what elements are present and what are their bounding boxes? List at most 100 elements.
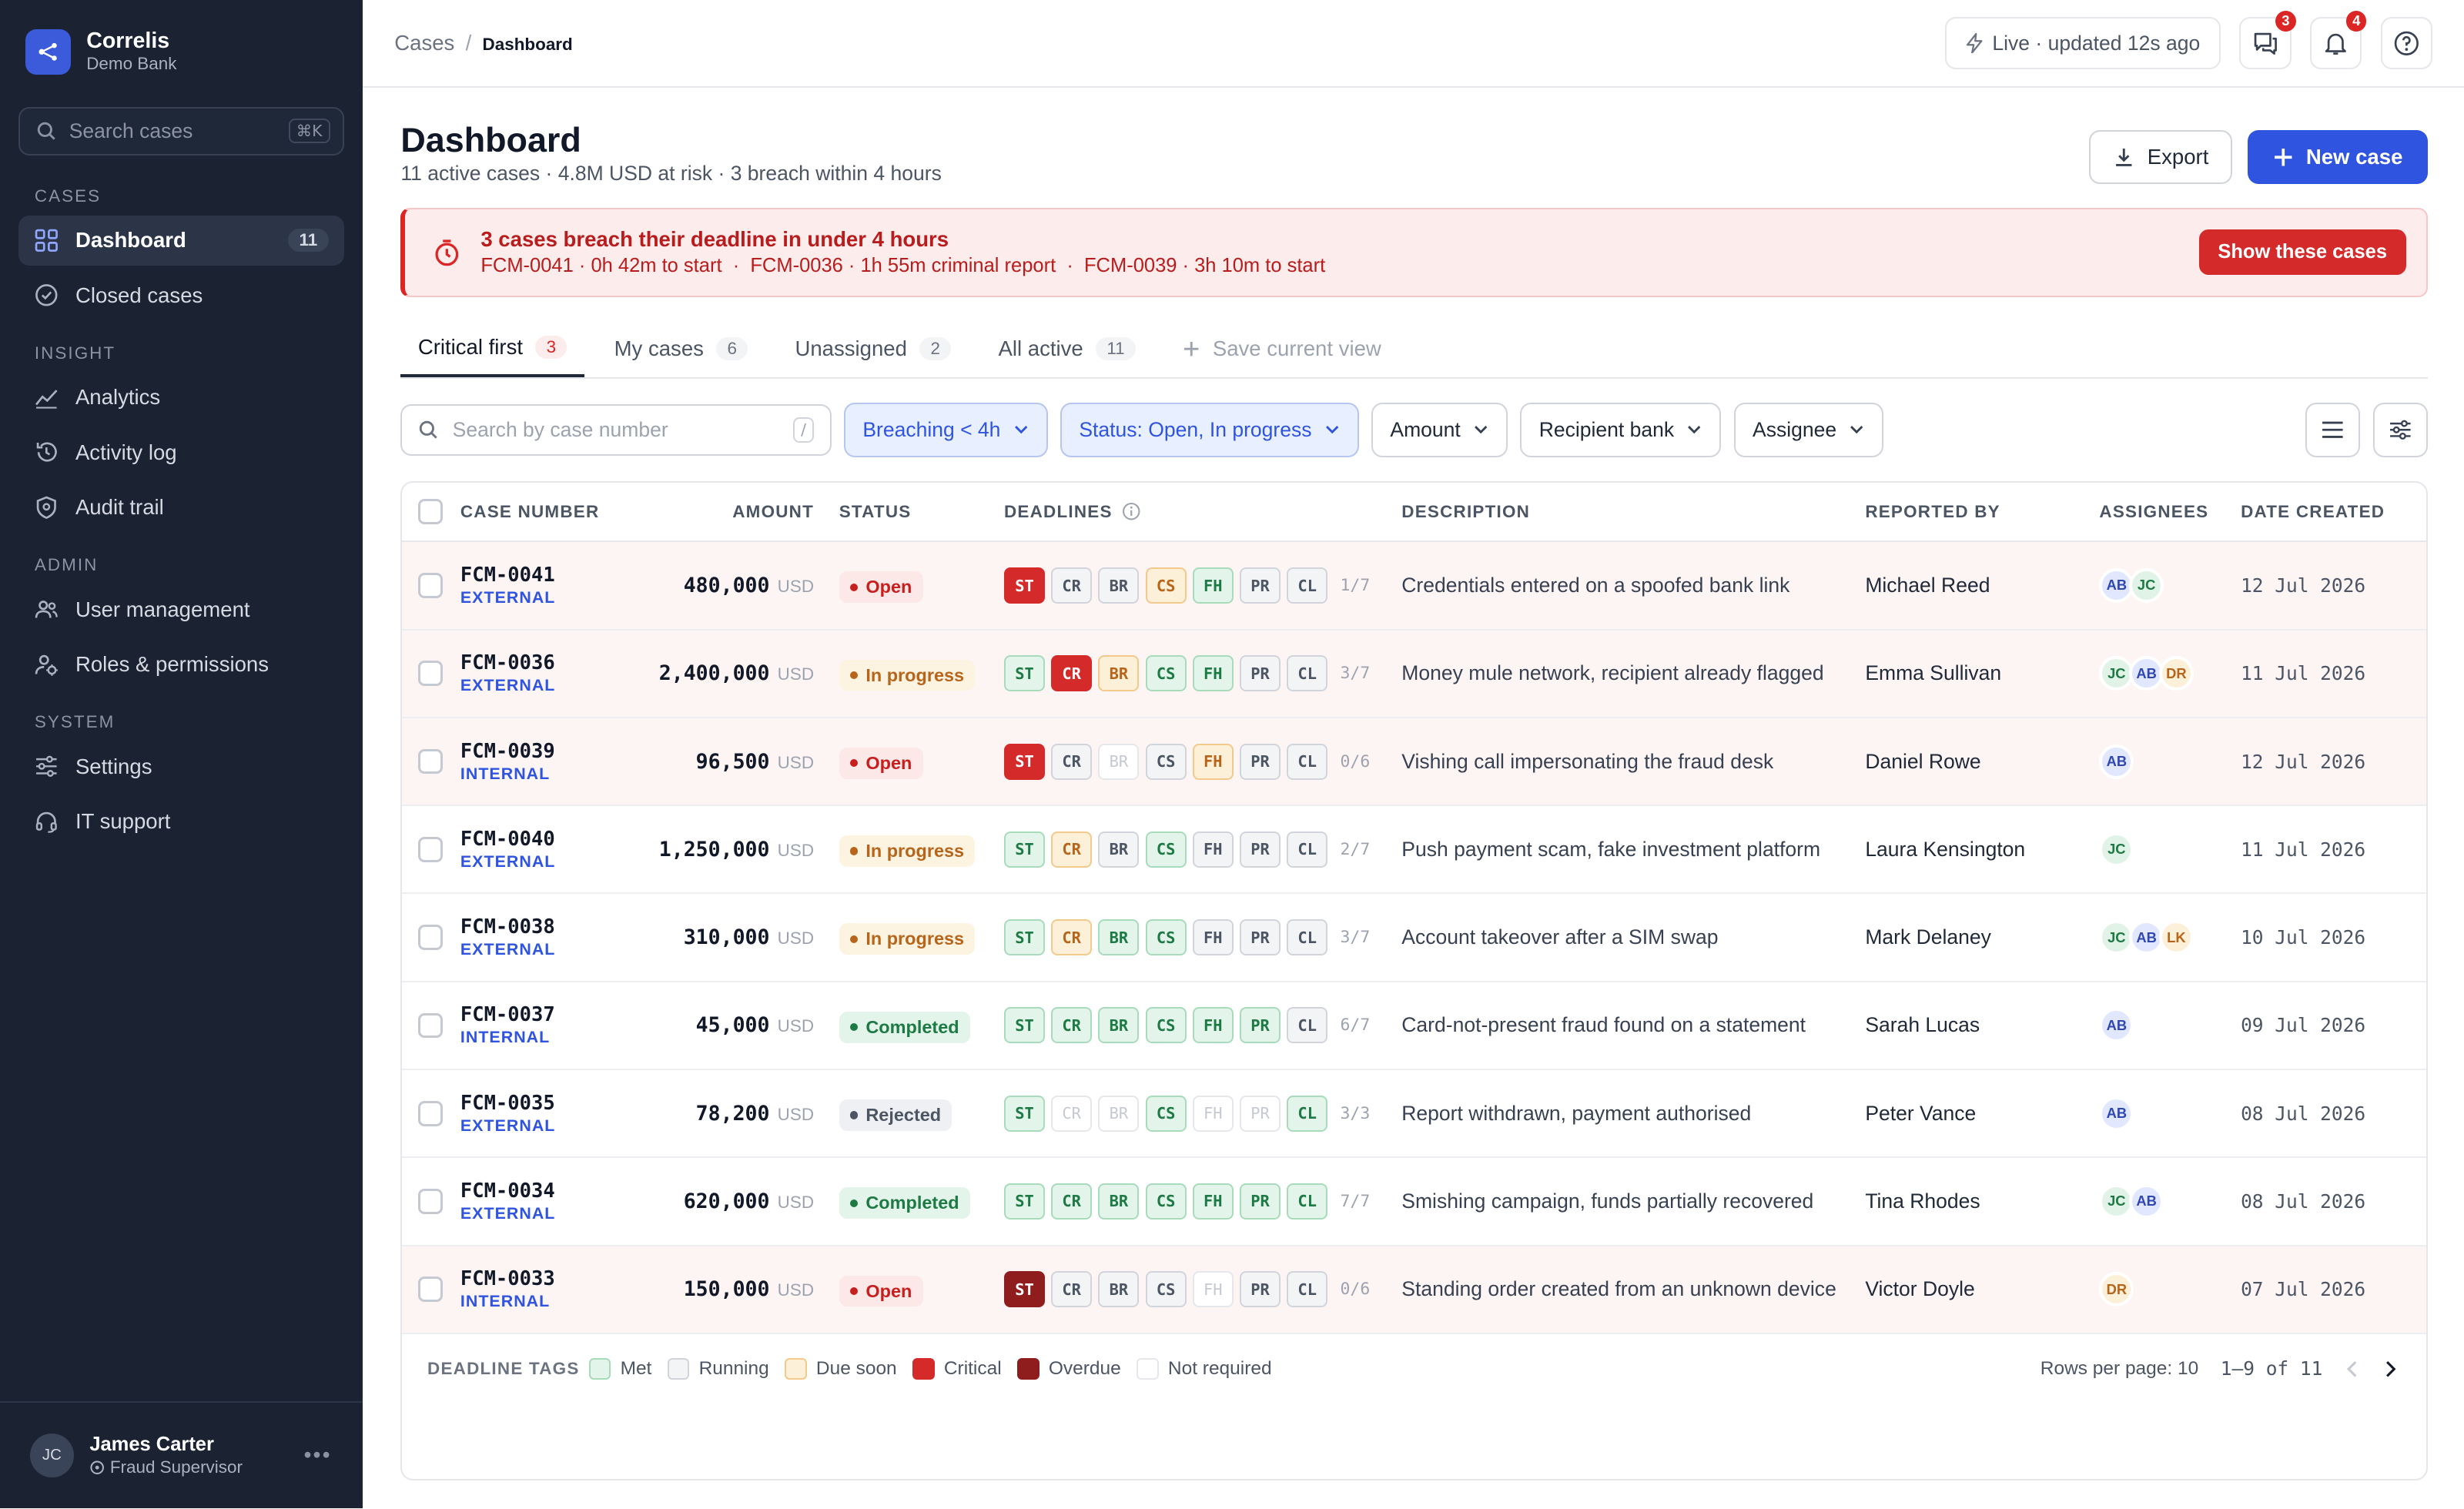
sidebar-item-roles-and-permissions[interactable]: Roles & permissions (18, 639, 343, 689)
brand[interactable]: Correlis Demo Bank (0, 0, 363, 104)
table-row[interactable]: FCM-0041 EXTERNAL 480,000 USD Open ST CR B… (402, 542, 2427, 631)
col-status[interactable]: STATUS (814, 502, 1004, 522)
deadline-tag-cl[interactable]: CL (1287, 919, 1328, 956)
rows-per-page[interactable]: Rows per page: 10 (2040, 1358, 2198, 1380)
user-profile[interactable]: JC James Carter Fraud Supervisor ••• (0, 1401, 363, 1508)
deadline-tag-cl[interactable]: CL (1287, 831, 1328, 868)
deadline-tag-pr[interactable]: PR (1239, 919, 1281, 956)
case-number[interactable]: FCM-0033 (460, 1267, 625, 1290)
sidebar-item-activity-log[interactable]: Activity log (18, 427, 343, 477)
column-settings-button[interactable] (2372, 402, 2429, 458)
deadline-tag-fh[interactable]: FH (1192, 919, 1234, 956)
deadline-tag-fh[interactable]: FH (1192, 655, 1234, 692)
deadline-tag-pr[interactable]: PR (1239, 1183, 1281, 1220)
case-number[interactable]: FCM-0041 (460, 564, 625, 587)
deadline-tag-st[interactable]: ST (1003, 919, 1046, 956)
case-number[interactable]: FCM-0037 (460, 1003, 625, 1026)
sidebar-item-it-support[interactable]: IT support (18, 796, 343, 846)
case-number[interactable]: FCM-0039 (460, 740, 625, 763)
deadline-tag-cr[interactable]: CR (1051, 1095, 1093, 1132)
row-checkbox[interactable] (417, 748, 444, 775)
deadline-tag-st[interactable]: ST (1003, 567, 1046, 604)
deadline-tag-st[interactable]: ST (1003, 1095, 1046, 1132)
col-deadlines[interactable]: DEADLINES (1004, 502, 1113, 522)
table-row[interactable]: FCM-0035 EXTERNAL 78,200 USD Rejected ST… (402, 1070, 2427, 1159)
deadline-tag-cr[interactable]: CR (1051, 1183, 1093, 1220)
deadline-tag-st[interactable]: ST (1003, 1183, 1046, 1220)
deadline-tag-cs[interactable]: CS (1145, 655, 1187, 692)
deadline-tag-fh[interactable]: FH (1192, 1095, 1234, 1132)
filter-recipient-bank[interactable]: Recipient bank (1520, 402, 1722, 458)
more-options-icon[interactable]: ••• (303, 1443, 331, 1468)
sidebar-item-analytics[interactable]: Analytics (18, 373, 343, 423)
assignee-avatar[interactable]: LK (2158, 920, 2194, 955)
row-checkbox[interactable] (417, 1276, 444, 1303)
deadline-tag-cs[interactable]: CS (1145, 1271, 1187, 1308)
deadline-tag-br[interactable]: BR (1098, 743, 1140, 780)
deadline-tag-cs[interactable]: CS (1145, 831, 1187, 868)
deadline-tag-cs[interactable]: CS (1145, 1095, 1187, 1132)
next-page-icon[interactable] (2382, 1360, 2398, 1378)
deadline-tag-fh[interactable]: FH (1192, 743, 1234, 780)
assignee-avatar[interactable]: JC (2099, 831, 2134, 867)
deadline-tag-pr[interactable]: PR (1239, 1095, 1281, 1132)
row-checkbox[interactable] (417, 1189, 444, 1214)
export-button[interactable]: Export (2089, 130, 2232, 184)
tab-unassigned[interactable]: Unassigned 2 (778, 321, 969, 377)
col-case-number[interactable]: CASE NUMBER (460, 502, 625, 522)
row-checkbox[interactable] (417, 661, 444, 687)
deadline-tag-cl[interactable]: CL (1287, 567, 1328, 604)
deadline-tag-st[interactable]: ST (1003, 743, 1046, 780)
case-number[interactable]: FCM-0038 (460, 915, 625, 939)
col-assignees[interactable]: ASSIGNEES (2099, 502, 2241, 522)
case-number[interactable]: FCM-0040 (460, 828, 625, 851)
deadline-tag-cr[interactable]: CR (1051, 1271, 1093, 1308)
col-reported-by[interactable]: REPORTED BY (1865, 502, 2099, 522)
filter-assignee[interactable]: Assignee (1733, 402, 1884, 458)
row-checkbox[interactable] (417, 573, 444, 598)
assignee-avatar[interactable]: AB (2099, 1096, 2134, 1131)
help-button[interactable] (2380, 17, 2433, 69)
deadline-tag-cs[interactable]: CS (1145, 1183, 1187, 1220)
assignee-avatar[interactable]: DR (2099, 1272, 2134, 1307)
row-checkbox[interactable] (417, 1012, 444, 1039)
deadline-tag-cl[interactable]: CL (1287, 743, 1328, 780)
deadline-tag-cl[interactable]: CL (1287, 655, 1328, 692)
deadline-tag-cr[interactable]: CR (1051, 567, 1093, 604)
sidebar-item-audit-trail[interactable]: Audit trail (18, 482, 343, 532)
deadline-tag-br[interactable]: BR (1098, 1271, 1140, 1308)
deadline-tag-br[interactable]: BR (1098, 567, 1140, 604)
show-these-cases-button[interactable]: Show these cases (2198, 229, 2406, 276)
prev-page-icon[interactable] (2345, 1360, 2360, 1378)
deadline-tag-pr[interactable]: PR (1239, 655, 1281, 692)
case-number[interactable]: FCM-0036 (460, 651, 625, 674)
col-amount[interactable]: AMOUNT (625, 502, 814, 522)
save-view-button[interactable]: Save current view (1166, 321, 1399, 377)
assignee-avatar[interactable]: JC (2129, 568, 2164, 603)
col-description[interactable]: DESCRIPTION (1401, 502, 1865, 522)
assignee-avatar[interactable]: DR (2158, 656, 2194, 691)
row-checkbox[interactable] (417, 925, 444, 950)
case-search-input[interactable]: Search by case number / (400, 403, 832, 457)
deadline-tag-fh[interactable]: FH (1192, 567, 1234, 604)
deadline-tag-st[interactable]: ST (1003, 1007, 1046, 1044)
assignee-avatar[interactable]: AB (2099, 1008, 2134, 1043)
table-row[interactable]: FCM-0038 EXTERNAL 310,000 USD In progres… (402, 894, 2427, 982)
col-date-created[interactable]: DATE CREATED (2241, 502, 2385, 522)
deadline-tag-cr[interactable]: CR (1051, 1007, 1093, 1044)
filter-breaching-4h[interactable]: Breaching < 4h (843, 402, 1048, 458)
deadline-tag-cs[interactable]: CS (1145, 919, 1187, 956)
deadline-tag-cs[interactable]: CS (1145, 567, 1187, 604)
filter-amount[interactable]: Amount (1371, 402, 1508, 458)
case-number[interactable]: FCM-0035 (460, 1092, 625, 1115)
table-row[interactable]: FCM-0033 INTERNAL 150,000 USD Open ST CR B… (402, 1246, 2427, 1334)
table-row[interactable]: FCM-0037 INTERNAL 45,000 USD Completed S… (402, 982, 2427, 1071)
row-checkbox[interactable] (417, 1100, 444, 1126)
deadline-tag-fh[interactable]: FH (1192, 1183, 1234, 1220)
deadline-tag-fh[interactable]: FH (1192, 1007, 1234, 1044)
density-toggle-button[interactable] (2305, 402, 2361, 458)
deadline-tag-cl[interactable]: CL (1287, 1007, 1328, 1044)
table-row[interactable]: FCM-0036 EXTERNAL 2,400,000 USD In progr… (402, 630, 2427, 718)
deadline-tag-cr[interactable]: CR (1051, 743, 1093, 780)
deadline-tag-br[interactable]: BR (1098, 919, 1140, 956)
